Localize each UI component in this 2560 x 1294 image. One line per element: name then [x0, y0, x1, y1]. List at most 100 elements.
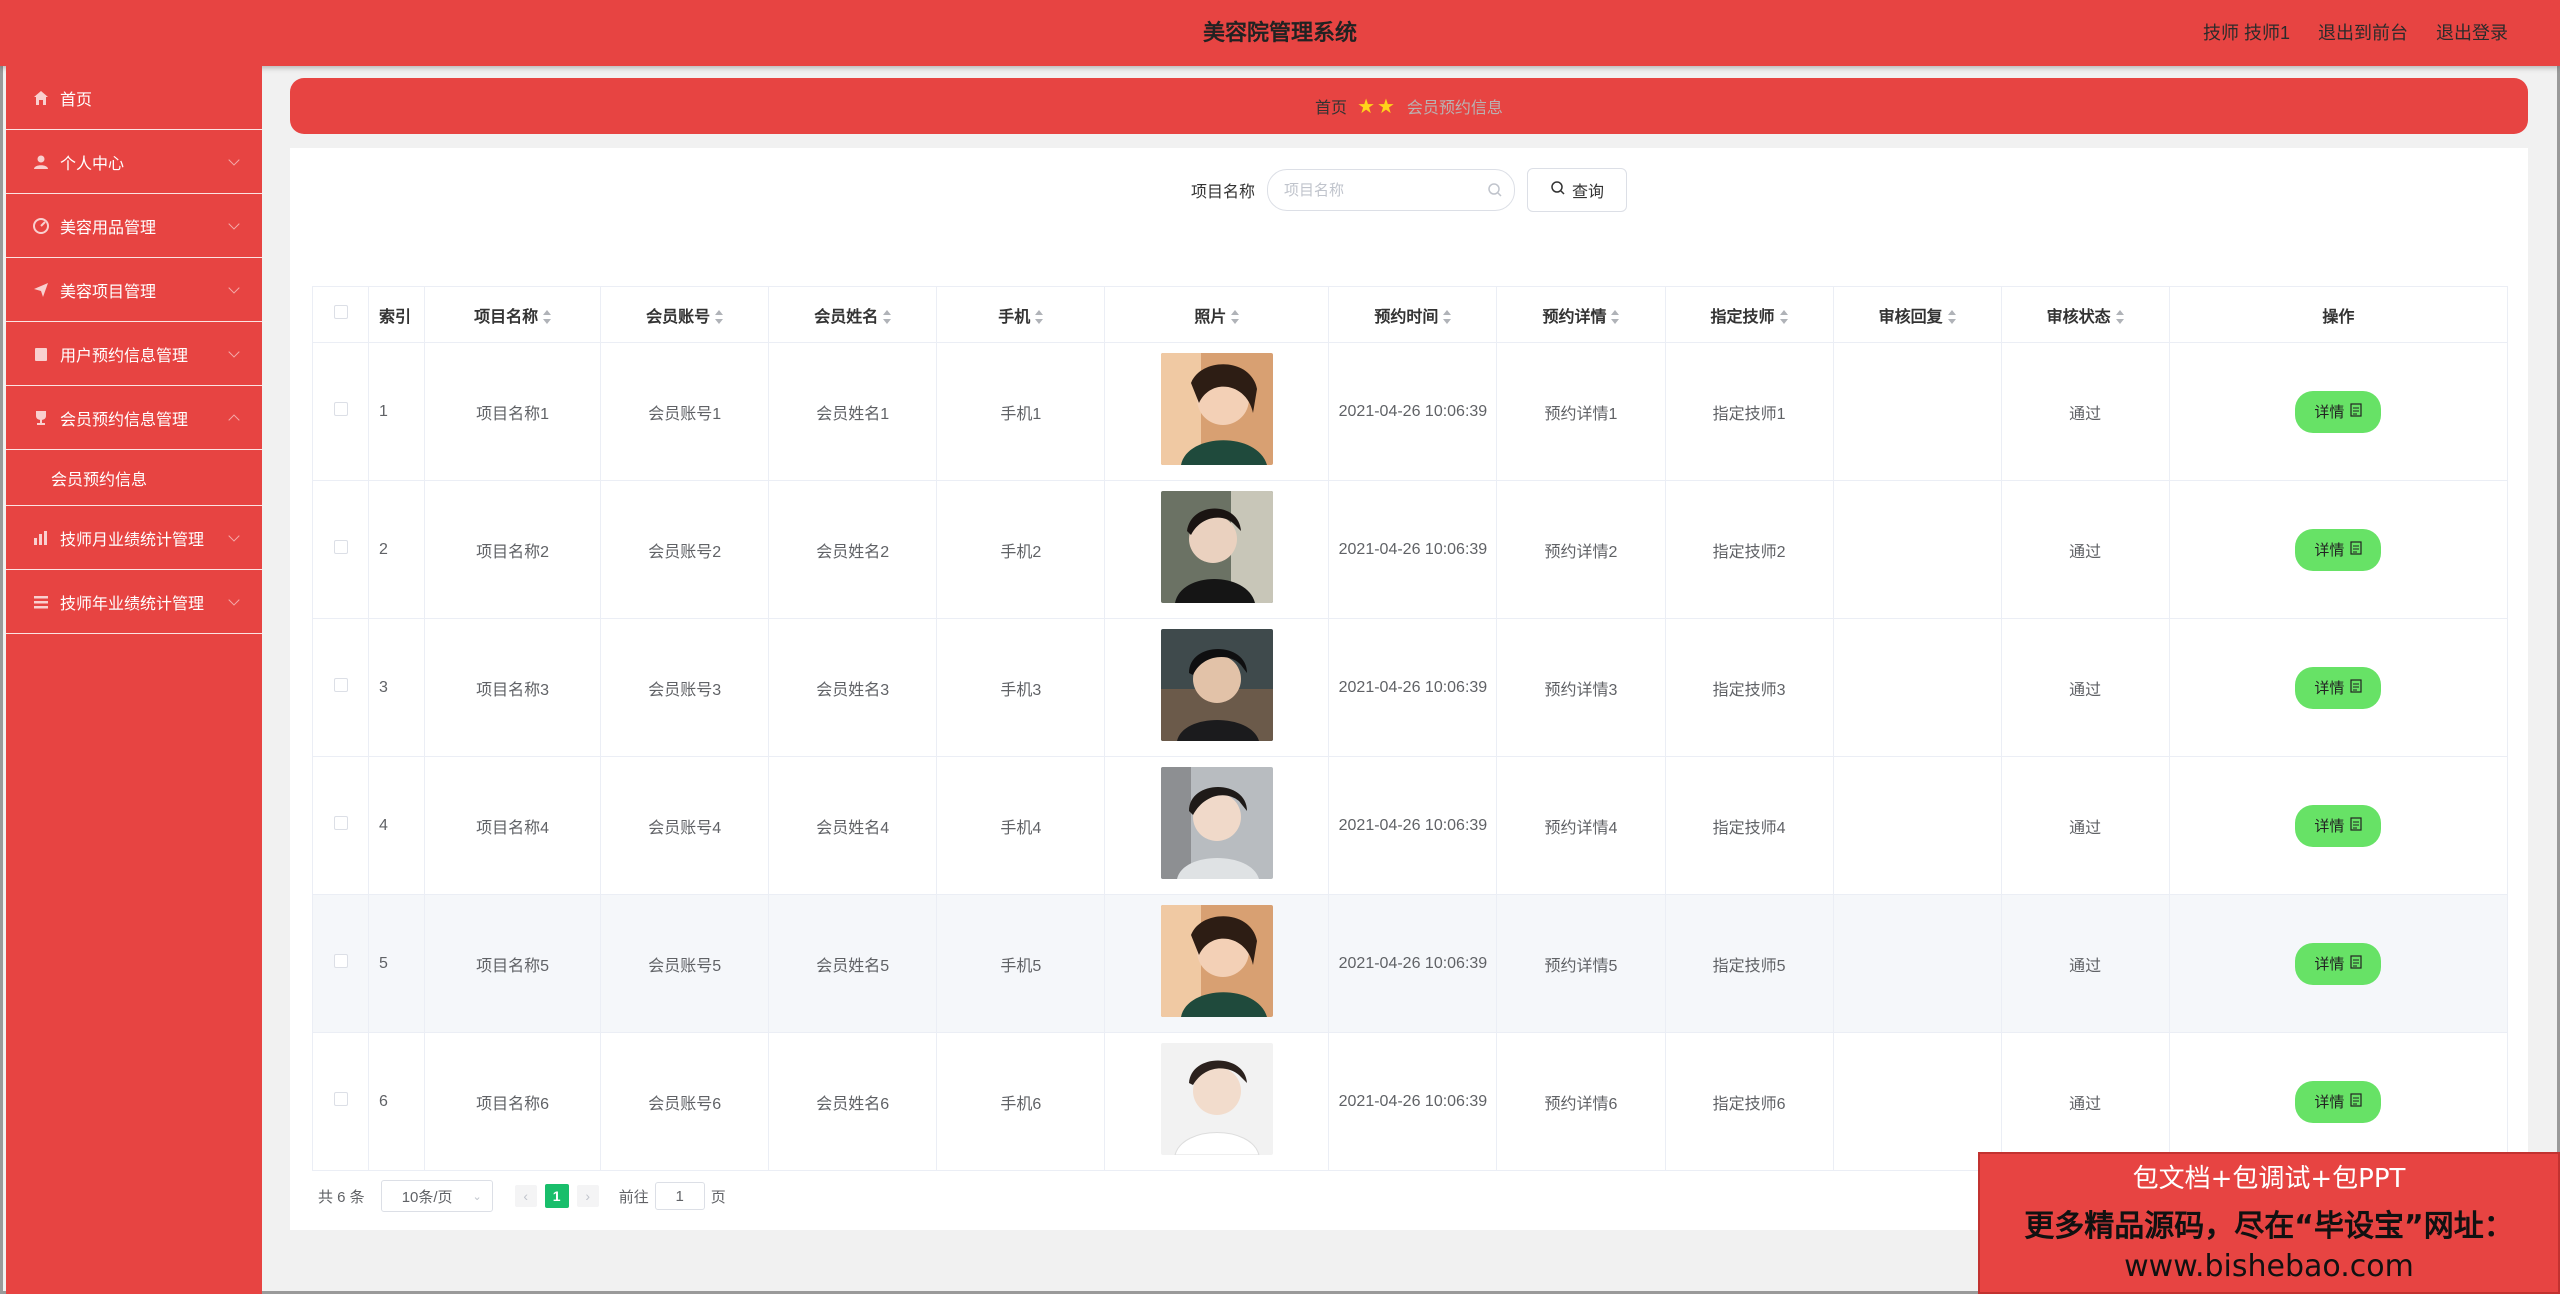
- member-photo[interactable]: [1160, 353, 1273, 465]
- sort-icon[interactable]: [1947, 310, 1956, 325]
- column-header-account[interactable]: 会员账号: [600, 286, 770, 343]
- detail-button[interactable]: 详情: [2295, 390, 2382, 433]
- index-cell: 3: [368, 618, 426, 757]
- goto-page-input[interactable]: [654, 1182, 705, 1210]
- search-input[interactable]: [1267, 169, 1515, 211]
- search-label: 项目名称: [1190, 184, 1255, 201]
- name-cell: 会员姓名1: [768, 342, 938, 481]
- sort-icon[interactable]: [715, 310, 724, 325]
- member-photo[interactable]: [1160, 629, 1273, 741]
- sort-icon[interactable]: [1611, 310, 1620, 325]
- total-count: 共 6 条: [318, 1188, 365, 1206]
- account-cell: 会员账号2: [600, 480, 770, 619]
- time-cell: 2021-04-26 10:06:39: [1328, 342, 1498, 481]
- select-all-cell: [311, 286, 370, 343]
- sidebar-item-label: 会员预约信息管理: [60, 411, 189, 429]
- sidebar-item-beauty-products[interactable]: 美容用品管理: [6, 194, 262, 258]
- photo-cell: [1104, 894, 1330, 1033]
- current-user-link[interactable]: 技师 技师1: [2203, 0, 2290, 66]
- table-row: 1 项目名称1 会员账号1 会员姓名1 手机1 2021-04-26 10:06…: [311, 342, 2509, 481]
- detail-button[interactable]: 详情: [2295, 666, 2382, 709]
- page-size-select[interactable]: 10条/页 ⌄: [380, 1180, 493, 1212]
- reply-cell: [1832, 756, 2002, 895]
- sidebar-item-label: 技师月业绩统计管理: [60, 531, 205, 549]
- prev-page-button[interactable]: ‹: [514, 1185, 537, 1207]
- column-header-photo[interactable]: 照片: [1104, 286, 1330, 343]
- phone-cell: 手机5: [936, 894, 1106, 1033]
- chevron-down-icon: [228, 346, 240, 358]
- detail-button[interactable]: 详情: [2295, 1080, 2382, 1123]
- sidebar-item-label: 个人中心: [60, 155, 125, 173]
- name-cell: 会员姓名5: [768, 894, 938, 1033]
- sort-icon[interactable]: [1779, 310, 1788, 325]
- search-icon: [1550, 180, 1566, 201]
- technician-cell: 指定技师2: [1664, 480, 1834, 619]
- sidebar-item-user-appointments[interactable]: 用户预约信息管理: [6, 322, 262, 386]
- row-checkbox[interactable]: [333, 954, 348, 968]
- column-header-status[interactable]: 审核状态: [2000, 286, 2170, 343]
- document-icon: [2350, 402, 2362, 421]
- select-all-checkbox[interactable]: [333, 305, 348, 319]
- breadcrumb-home[interactable]: 首页: [1315, 94, 1347, 118]
- time-cell: 2021-04-26 10:06:39: [1328, 894, 1498, 1033]
- query-button[interactable]: 查询: [1527, 168, 1627, 212]
- column-header-time[interactable]: 预约时间: [1328, 286, 1498, 343]
- column-header-reply[interactable]: 审核回复: [1832, 286, 2002, 343]
- home-icon: [32, 89, 50, 107]
- column-header-index: 索引: [368, 286, 426, 343]
- chevron-down-icon: [228, 282, 240, 294]
- logout-link[interactable]: 退出登录: [2436, 0, 2508, 66]
- sidebar-item-home[interactable]: 首页: [6, 66, 262, 130]
- sort-icon[interactable]: [883, 310, 892, 325]
- status-cell: 通过: [2000, 618, 2170, 757]
- photo-cell: [1104, 618, 1330, 757]
- sort-icon[interactable]: [543, 310, 552, 325]
- sort-icon[interactable]: [1443, 310, 1452, 325]
- detail-button-label: 详情: [2314, 956, 2345, 973]
- sidebar-item-monthly-performance[interactable]: 技师月业绩统计管理: [6, 506, 262, 570]
- next-page-button[interactable]: ›: [576, 1185, 599, 1207]
- sidebar-item-yearly-performance[interactable]: 技师年业绩统计管理: [6, 570, 262, 634]
- query-button-label: 查询: [1571, 184, 1604, 201]
- member-photo[interactable]: [1160, 1043, 1273, 1155]
- sort-icon[interactable]: [1231, 310, 1240, 325]
- row-checkbox[interactable]: [333, 540, 348, 554]
- sidebar-item-label: 美容用品管理: [60, 219, 157, 237]
- member-photo[interactable]: [1160, 905, 1273, 1017]
- back-to-frontend-link[interactable]: 退出到前台: [2318, 0, 2408, 66]
- status-cell: 通过: [2000, 756, 2170, 895]
- detail-button[interactable]: 详情: [2295, 528, 2382, 571]
- pagination: 共 6 条 10条/页 ⌄ ‹ 1 › 前往 页: [318, 1180, 726, 1212]
- row-checkbox[interactable]: [333, 816, 348, 830]
- column-header-phone[interactable]: 手机: [936, 286, 1106, 343]
- member-photo[interactable]: [1160, 767, 1273, 879]
- document-icon: [2350, 678, 2362, 697]
- row-checkbox[interactable]: [333, 1092, 348, 1106]
- reply-cell: [1832, 342, 2002, 481]
- sort-icon[interactable]: [2115, 310, 2124, 325]
- status-cell: 通过: [2000, 480, 2170, 619]
- promo-line-2: 更多精品源码，尽在“毕设宝”网址：: [2024, 1209, 2514, 1244]
- detail-button[interactable]: 详情: [2295, 942, 2382, 985]
- table-row: 4 项目名称4 会员账号4 会员姓名4 手机4 2021-04-26 10:06…: [311, 756, 2509, 895]
- column-header-name[interactable]: 会员姓名: [768, 286, 938, 343]
- sidebar-item-beauty-projects[interactable]: 美容项目管理: [6, 258, 262, 322]
- sort-icon[interactable]: [1035, 310, 1044, 325]
- column-header-detail[interactable]: 预约详情: [1496, 286, 1666, 343]
- member-photo[interactable]: [1160, 491, 1273, 603]
- sidebar-item-personal-center[interactable]: 个人中心: [6, 130, 262, 194]
- actions-cell: 详情: [2168, 480, 2509, 619]
- detail-button[interactable]: 详情: [2295, 804, 2382, 847]
- sidebar-subitem-member-appointment-info[interactable]: 会员预约信息: [6, 450, 262, 506]
- column-header-project[interactable]: 项目名称: [424, 286, 602, 343]
- page-number-active[interactable]: 1: [544, 1184, 569, 1208]
- column-header-technician[interactable]: 指定技师: [1664, 286, 1834, 343]
- sidebar-item-member-appointments[interactable]: 会员预约信息管理: [6, 386, 262, 450]
- row-checkbox[interactable]: [333, 678, 348, 692]
- row-checkbox-cell: [311, 618, 370, 757]
- row-checkbox-cell: [311, 480, 370, 619]
- phone-cell: 手机1: [936, 342, 1106, 481]
- table-row: 3 项目名称3 会员账号3 会员姓名3 手机3 2021-04-26 10:06…: [311, 618, 2509, 757]
- index-cell: 6: [368, 1032, 426, 1171]
- row-checkbox[interactable]: [333, 402, 348, 416]
